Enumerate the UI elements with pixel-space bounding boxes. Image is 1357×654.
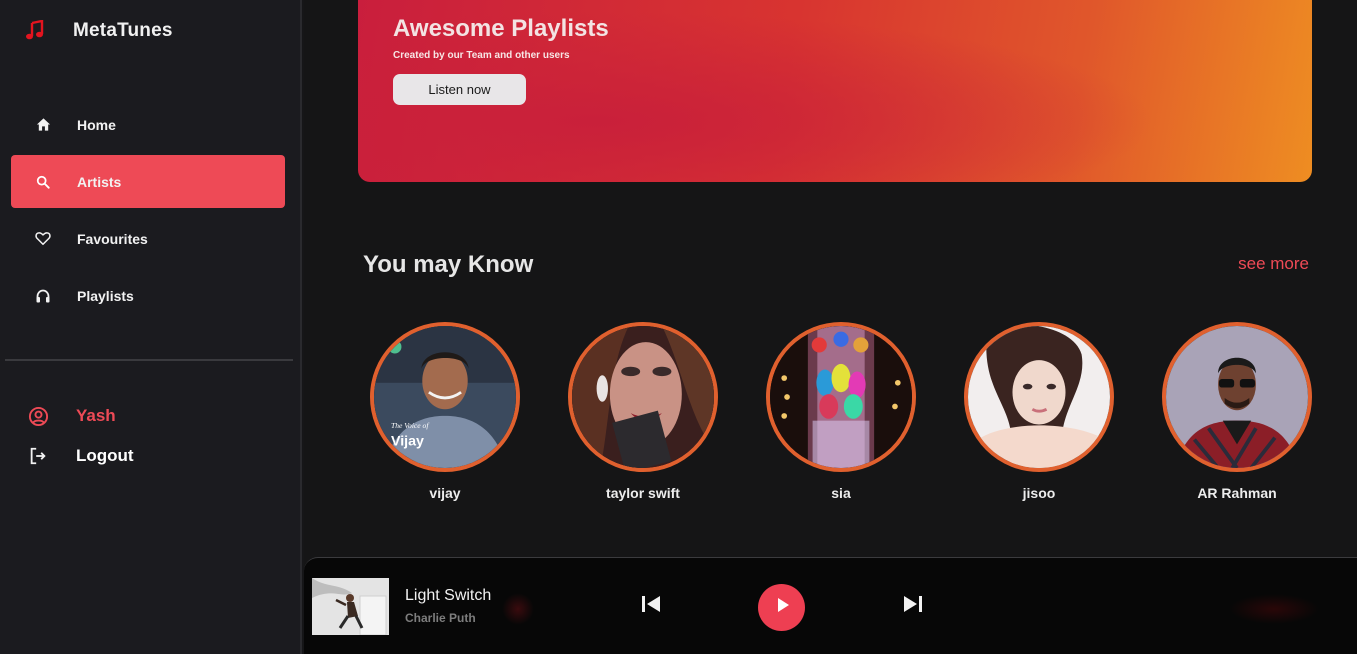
heart-icon bbox=[34, 230, 52, 248]
player-glow bbox=[1229, 594, 1319, 624]
headphones-icon bbox=[34, 287, 52, 305]
artist-card-jisoo[interactable]: jisoo bbox=[964, 322, 1114, 501]
logout-icon bbox=[27, 445, 49, 467]
artist-card-taylor-swift[interactable]: taylor swift bbox=[568, 322, 718, 501]
play-icon bbox=[772, 595, 792, 620]
sidebar-item-label: Playlists bbox=[77, 287, 134, 304]
artist-avatar bbox=[1162, 322, 1312, 472]
artist-name: sia bbox=[831, 485, 851, 501]
artist-avatar bbox=[766, 322, 916, 472]
main-content: Awesome Playlists Created by our Team an… bbox=[304, 0, 1357, 654]
player-glow bbox=[502, 593, 534, 625]
skip-previous-icon bbox=[640, 593, 662, 620]
see-more-link[interactable]: see more bbox=[1238, 254, 1309, 274]
previous-track-button[interactable] bbox=[638, 584, 664, 628]
music-note-icon bbox=[25, 19, 45, 42]
artist-name: taylor swift bbox=[606, 485, 680, 501]
sidebar-divider bbox=[5, 359, 293, 361]
sidebar-item-label: Artists bbox=[77, 173, 122, 190]
artist-list: The Voice of Vijay vijay taylor swift si… bbox=[370, 322, 1357, 501]
listen-now-button[interactable]: Listen now bbox=[393, 74, 526, 105]
artist-avatar bbox=[964, 322, 1114, 472]
track-title: Light Switch bbox=[405, 587, 492, 604]
sidebar-item-label: Home bbox=[77, 116, 116, 133]
next-track-button[interactable] bbox=[900, 584, 926, 628]
sidebar-item-home[interactable]: Home bbox=[11, 98, 285, 151]
artist-name: vijay bbox=[429, 485, 461, 501]
artist-card-ar-rahman[interactable]: AR Rahman bbox=[1162, 322, 1312, 501]
play-button[interactable] bbox=[758, 584, 805, 631]
sidebar-nav: Home Artists Favourites Playlists bbox=[11, 98, 285, 326]
artist-name: AR Rahman bbox=[1197, 485, 1277, 501]
banner-subtitle: Created by our Team and other users bbox=[393, 50, 570, 61]
banner-title: Awesome Playlists bbox=[393, 15, 609, 42]
sidebar: MetaTunes Home Artists Favourites Playli… bbox=[0, 0, 302, 654]
app-name: MetaTunes bbox=[73, 20, 173, 41]
skip-next-icon bbox=[902, 593, 924, 620]
user-circle-icon bbox=[27, 405, 49, 427]
logout-label: Logout bbox=[76, 446, 134, 465]
track-cover bbox=[312, 578, 389, 635]
section-title: You may Know bbox=[363, 251, 534, 278]
artist-avatar: The Voice of Vijay bbox=[370, 322, 520, 472]
user-profile-link[interactable]: Yash bbox=[27, 405, 116, 427]
sidebar-item-favourites[interactable]: Favourites bbox=[11, 212, 285, 265]
music-player: Light Switch Charlie Puth bbox=[304, 557, 1357, 654]
artist-name: jisoo bbox=[1022, 485, 1056, 501]
sidebar-item-label: Favourites bbox=[77, 230, 148, 247]
playlist-banner: Awesome Playlists Created by our Team an… bbox=[358, 0, 1312, 182]
app-root: MetaTunes Home Artists Favourites Playli… bbox=[0, 0, 1357, 654]
vijay-cover-caption: The Voice of bbox=[391, 421, 429, 430]
sidebar-item-playlists[interactable]: Playlists bbox=[11, 269, 285, 322]
user-name: Yash bbox=[76, 406, 116, 425]
sidebar-item-artists[interactable]: Artists bbox=[11, 155, 285, 208]
artist-card-vijay[interactable]: The Voice of Vijay vijay bbox=[370, 322, 520, 501]
home-icon bbox=[34, 116, 52, 134]
search-icon bbox=[34, 173, 52, 191]
logout-button[interactable]: Logout bbox=[27, 445, 134, 467]
artist-avatar bbox=[568, 322, 718, 472]
vijay-cover-name: Vijay bbox=[391, 433, 424, 449]
artist-card-sia[interactable]: sia bbox=[766, 322, 916, 501]
logo[interactable]: MetaTunes bbox=[25, 19, 173, 42]
track-artist: Charlie Puth bbox=[405, 611, 476, 625]
